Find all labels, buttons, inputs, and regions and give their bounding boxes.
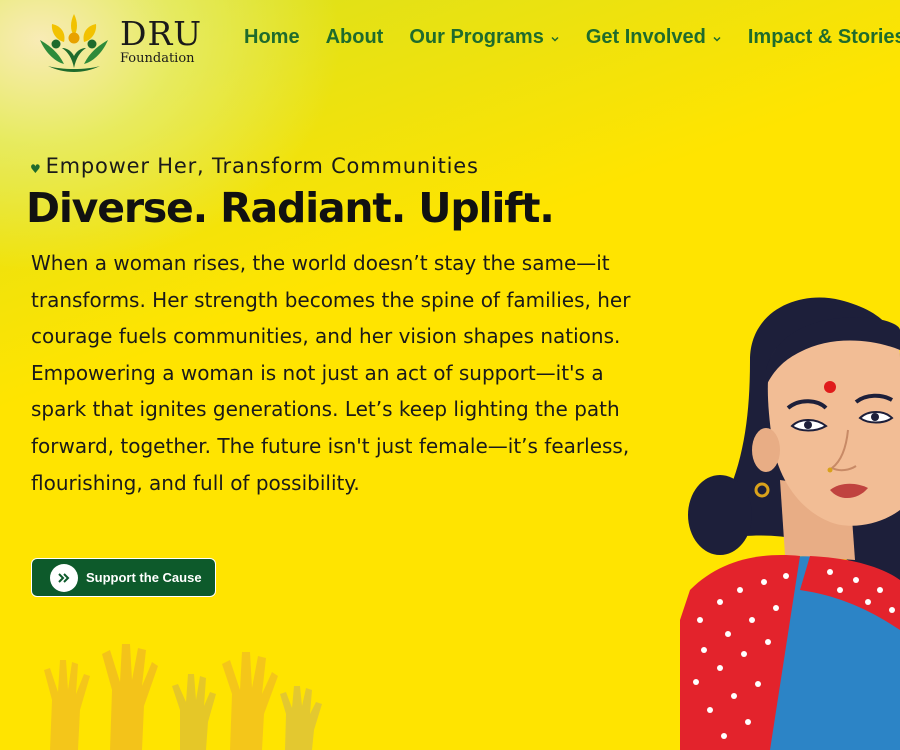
hero-tagline-text: Empower Her, Transform Communities (45, 154, 479, 178)
main-nav: Home About Our Programs Get Involved Imp… (244, 26, 900, 49)
nav-item-impact-stories[interactable]: Impact & Stories (748, 26, 900, 49)
brand-subtitle: Foundation (120, 51, 195, 66)
hero-headline: Diverse. Radiant. Uplift. (26, 184, 555, 232)
nav-item-home[interactable]: Home (244, 26, 300, 49)
brand-wordmark: DRU Foundation (120, 17, 202, 65)
brand-name: DRU (120, 14, 203, 53)
raised-hands-icon (44, 644, 322, 750)
brand-logo[interactable]: DRU Foundation (34, 8, 202, 74)
nav-item-label: Home (244, 26, 300, 48)
chevron-down-icon (713, 36, 721, 42)
nav-item-about[interactable]: About (326, 26, 384, 49)
nav-item-our-programs[interactable]: Our Programs (409, 26, 559, 49)
hero-body-text: When a woman rises, the world doesn’t st… (31, 251, 631, 495)
nav-item-label: Get Involved (585, 26, 706, 48)
nav-item-get-involved[interactable]: Get Involved (586, 26, 722, 49)
nav-item-label: About (325, 26, 384, 48)
support-the-cause-label: Support the Cause (86, 570, 202, 585)
site-header: DRU Foundation Home About Our Programs G… (0, 0, 900, 80)
woman-in-saree-illustration (680, 297, 900, 750)
support-the-cause-button[interactable]: Support the Cause (31, 558, 216, 597)
heart-icon: ♥ (30, 162, 42, 176)
nav-item-label: Our Programs (409, 26, 544, 48)
people-lotus-logo-icon (40, 14, 108, 72)
hero-tagline: ♥ Empower Her, Transform Communities (30, 154, 479, 178)
chevron-down-icon (551, 36, 559, 42)
nav-item-label: Impact & Stories (747, 26, 900, 48)
double-chevron-right-icon (50, 563, 78, 592)
